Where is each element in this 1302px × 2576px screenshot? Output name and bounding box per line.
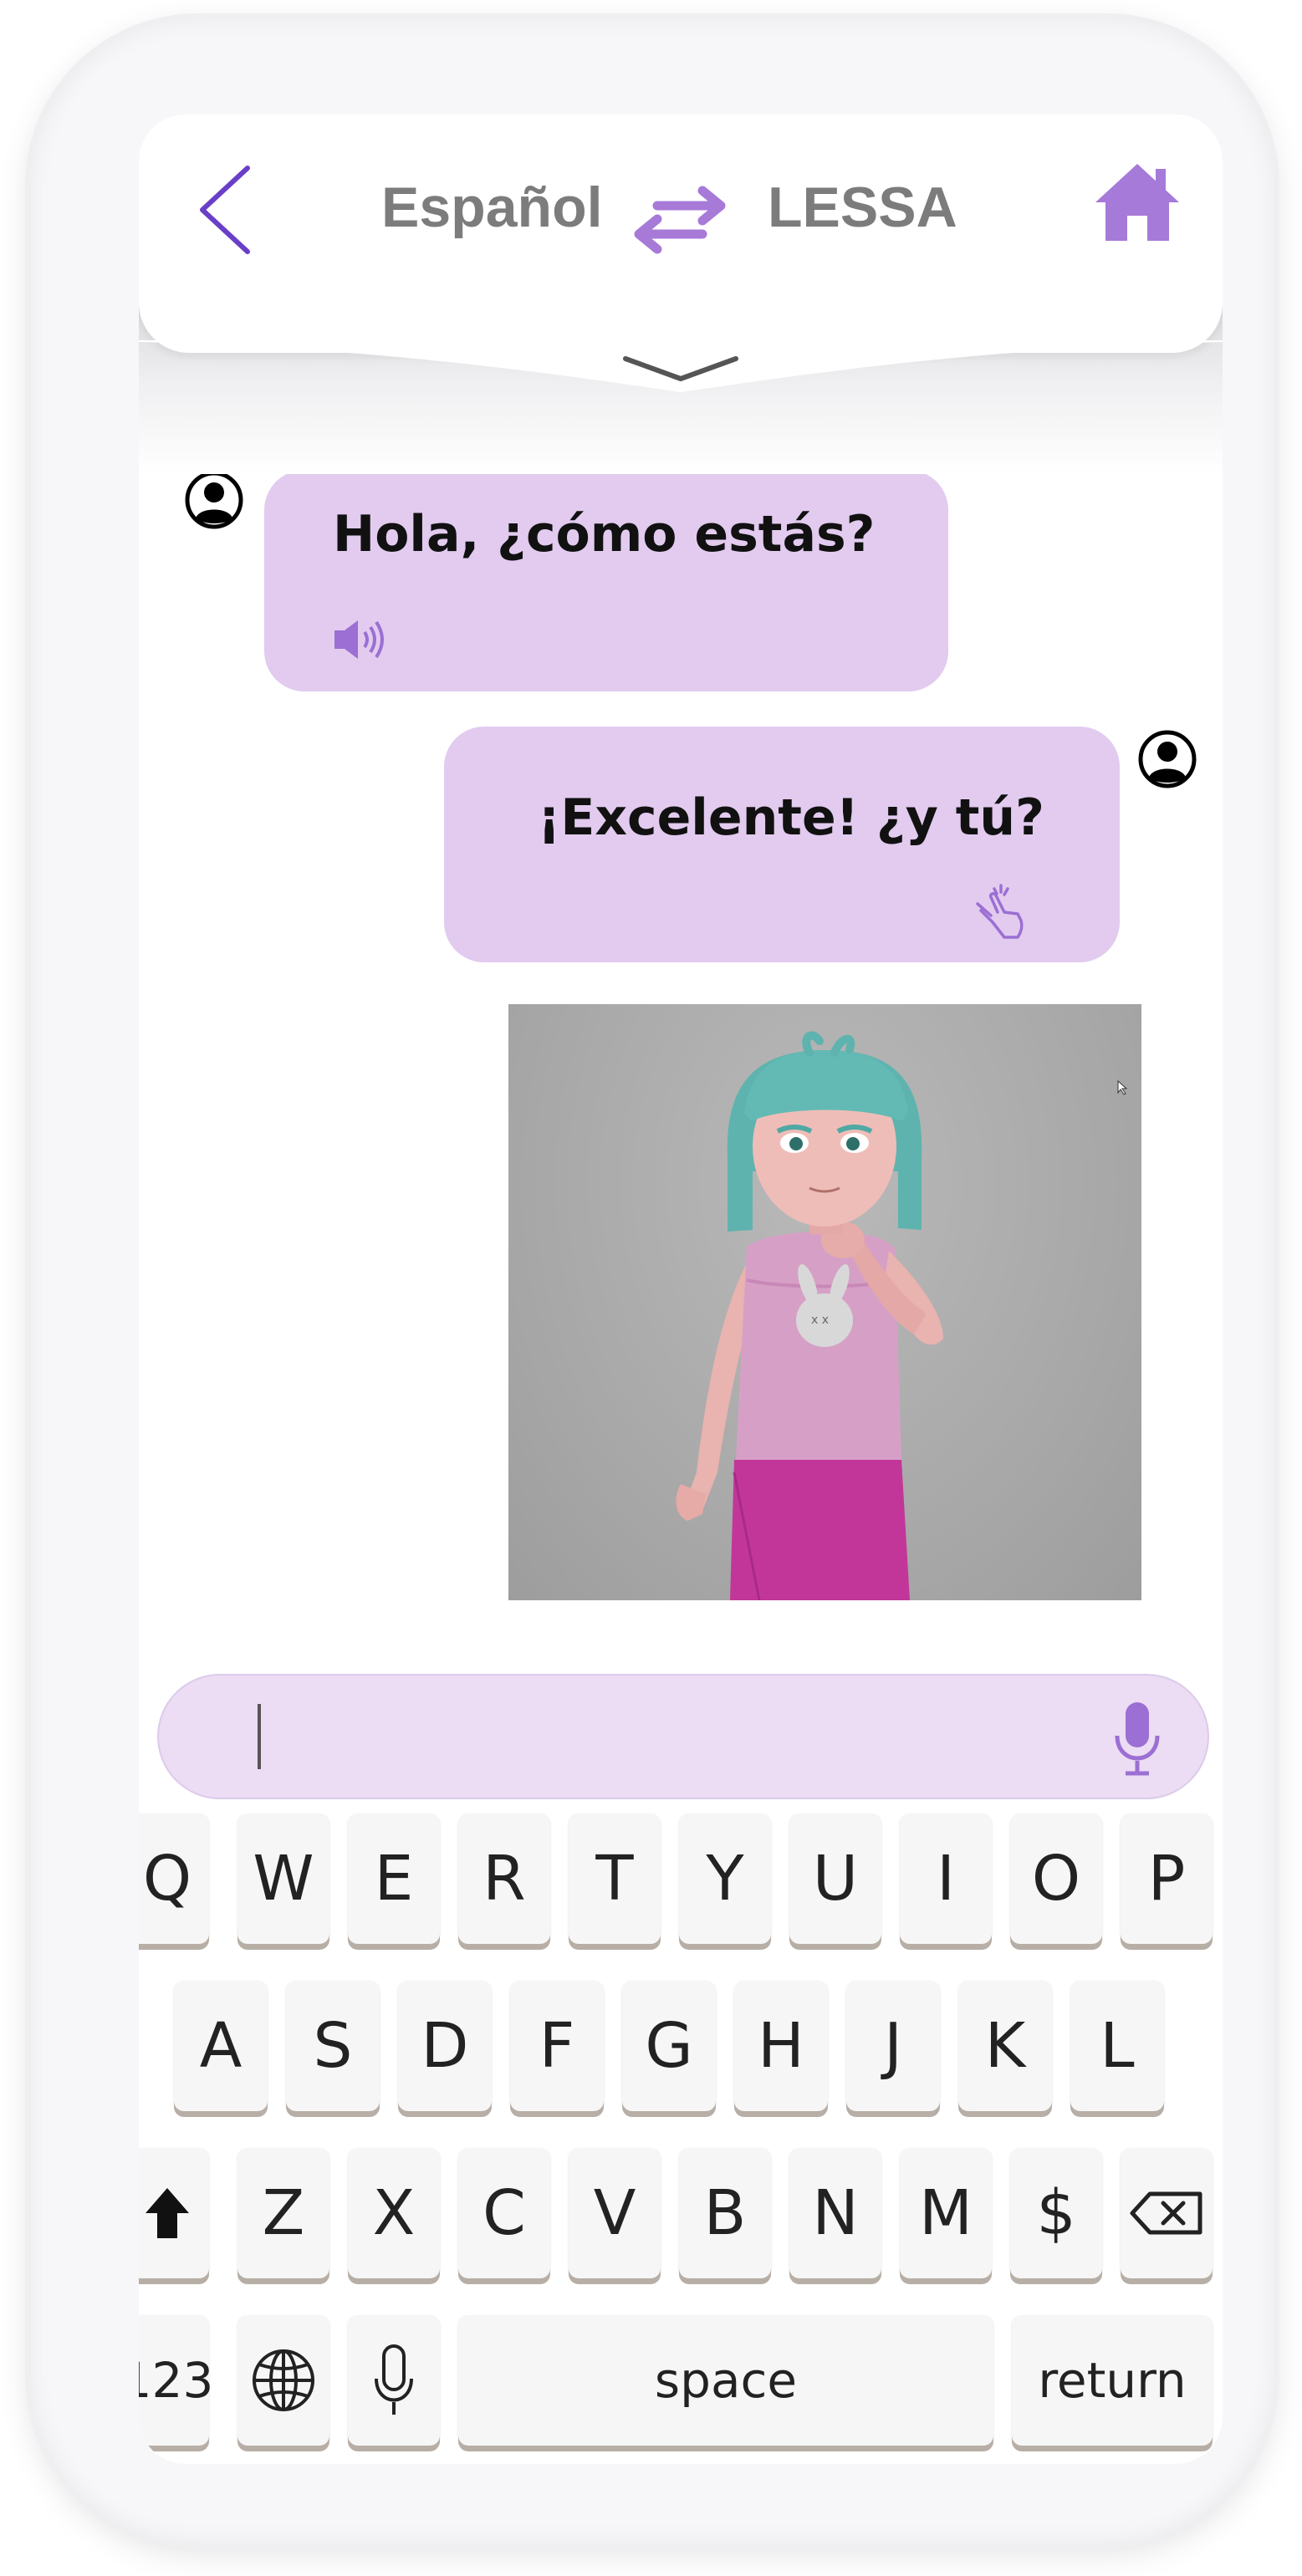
user-avatar-icon (185, 471, 243, 529)
sign-hand-icon[interactable] (971, 882, 1026, 941)
key-u[interactable]: U (789, 1813, 881, 1944)
key-c[interactable]: C (458, 2148, 550, 2278)
message-text: ¡Excelente! ¿y tú? (538, 788, 1044, 847)
source-language-label[interactable]: Español (381, 175, 603, 240)
key-i[interactable]: I (900, 1813, 992, 1944)
backspace-key[interactable] (1121, 2148, 1213, 2278)
key-y[interactable]: Y (679, 1813, 771, 1944)
target-language-label[interactable]: LESSA (768, 175, 957, 240)
dictation-key[interactable] (348, 2315, 440, 2446)
key-n[interactable]: N (789, 2148, 881, 2278)
key-p[interactable]: P (1121, 1813, 1213, 1944)
sign-language-avatar-video[interactable]: x x (508, 1004, 1141, 1600)
svg-text:x x: x x (811, 1314, 829, 1327)
microphone-icon (375, 2344, 413, 2415)
message-bubble-incoming[interactable]: Hola, ¿cómo estás? (264, 470, 948, 691)
key-d[interactable]: D (398, 1981, 492, 2111)
key-g[interactable]: G (622, 1981, 716, 2111)
home-icon[interactable] (1092, 161, 1182, 244)
key-j[interactable]: J (846, 1981, 940, 2111)
speaker-icon[interactable] (333, 617, 385, 662)
key-z[interactable]: Z (237, 2148, 329, 2278)
key-o[interactable]: O (1010, 1813, 1102, 1944)
key-dollar[interactable]: $ (1010, 2148, 1102, 2278)
message-input[interactable] (157, 1674, 1209, 1799)
key-b[interactable]: B (679, 2148, 771, 2278)
return-key[interactable]: return (1012, 2315, 1213, 2446)
numbers-key[interactable]: 123 (139, 2315, 213, 2446)
key-x[interactable]: X (348, 2148, 440, 2278)
text-caret (258, 1704, 261, 1769)
key-t[interactable]: T (569, 1813, 661, 1944)
key-r[interactable]: R (458, 1813, 550, 1944)
chevron-left-icon[interactable] (196, 163, 254, 257)
shift-arrow-icon (146, 2188, 189, 2238)
key-l[interactable]: L (1070, 1981, 1164, 2111)
shift-key[interactable] (139, 2148, 209, 2278)
swap-arrows-icon[interactable] (632, 186, 728, 254)
key-h[interactable]: H (734, 1981, 828, 2111)
key-m[interactable]: M (900, 2148, 992, 2278)
key-f[interactable]: F (510, 1981, 604, 2111)
key-v[interactable]: V (569, 2148, 661, 2278)
microphone-icon[interactable] (1112, 1701, 1162, 1776)
app-screen: Español LESSA Hola, ¿cómo estás? ¡Excele… (139, 115, 1223, 2464)
avatar-illustration: x x (676, 1031, 1128, 1600)
key-s[interactable]: S (286, 1981, 380, 2111)
key-a[interactable]: A (174, 1981, 268, 2111)
message-text: Hola, ¿cómo estás? (333, 505, 876, 564)
globe-icon (253, 2349, 314, 2411)
translation-header: Español LESSA (139, 115, 1223, 353)
message-bubble-outgoing[interactable]: ¡Excelente! ¿y tú? (444, 727, 1120, 962)
key-e[interactable]: E (348, 1813, 440, 1944)
backspace-icon (1130, 2191, 1202, 2235)
space-key[interactable]: space (458, 2315, 993, 2446)
key-w[interactable]: W (237, 1813, 329, 1944)
user-avatar-icon (1138, 730, 1197, 788)
key-q[interactable]: Q (139, 1813, 209, 1944)
globe-key[interactable] (237, 2315, 329, 2446)
phone-frame: Español LESSA Hola, ¿cómo estás? ¡Excele… (30, 18, 1274, 2543)
key-k[interactable]: K (958, 1981, 1052, 2111)
chevron-down-icon[interactable] (622, 354, 739, 384)
